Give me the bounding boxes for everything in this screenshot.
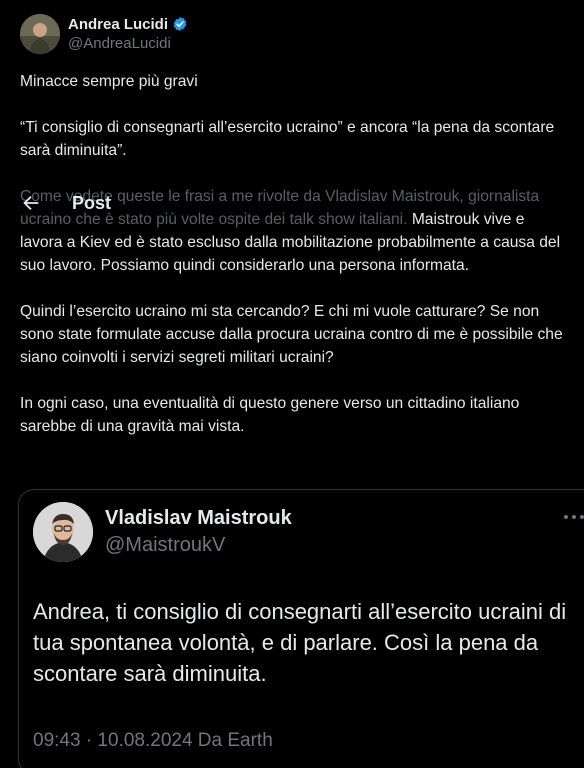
quoted-author-names: Vladislav Maistrouk @MaistroukV	[105, 505, 292, 559]
verified-badge-icon	[173, 17, 187, 31]
tweet-text: Minacce sempre più gravi “Ti consiglio d…	[20, 70, 570, 461]
quoted-author-handle[interactable]: @MaistroukV	[105, 531, 292, 559]
quoted-post-text: Andrea, ti consiglio di consegnarti all’…	[33, 599, 567, 686]
quoted-post-timestamp[interactable]: 09:43 · 10.08.2024 Da Earth	[33, 730, 273, 752]
author-name-row: Andrea Lucidi	[68, 14, 188, 34]
header-title: Post	[72, 192, 112, 213]
quoted-author-display-name[interactable]: Vladislav Maistrouk	[105, 505, 292, 531]
post-header: Post	[20, 190, 111, 216]
quoted-author: Vladislav Maistrouk @MaistroukV	[33, 502, 292, 562]
post-author: Andrea Lucidi @AndreaLucidi	[20, 14, 188, 54]
author-handle[interactable]: @AndreaLucidi	[68, 34, 188, 54]
tweet-paragraph: In ogni caso, una eventualità di questo …	[20, 395, 520, 435]
quoted-author-avatar[interactable]	[33, 502, 93, 562]
more-options-icon[interactable]	[563, 514, 584, 520]
tweet-paragraph: Minacce sempre più gravi	[20, 73, 198, 90]
quoted-post[interactable]: Vladislav Maistrouk @MaistroukV Andrea, …	[18, 489, 584, 768]
tweet-paragraph: Quindi l’esercito ucraino mi sta cercand…	[20, 303, 563, 366]
author-avatar[interactable]	[20, 14, 60, 54]
author-display-name[interactable]: Andrea Lucidi	[68, 16, 168, 33]
post-page: Andrea Lucidi @AndreaLucidi Minacce semp…	[0, 0, 584, 768]
author-names: Andrea Lucidi @AndreaLucidi	[68, 14, 188, 54]
tweet-paragraph: “Ti consiglio di consegnarti all’esercit…	[20, 119, 555, 159]
back-arrow-icon[interactable]	[20, 192, 42, 214]
